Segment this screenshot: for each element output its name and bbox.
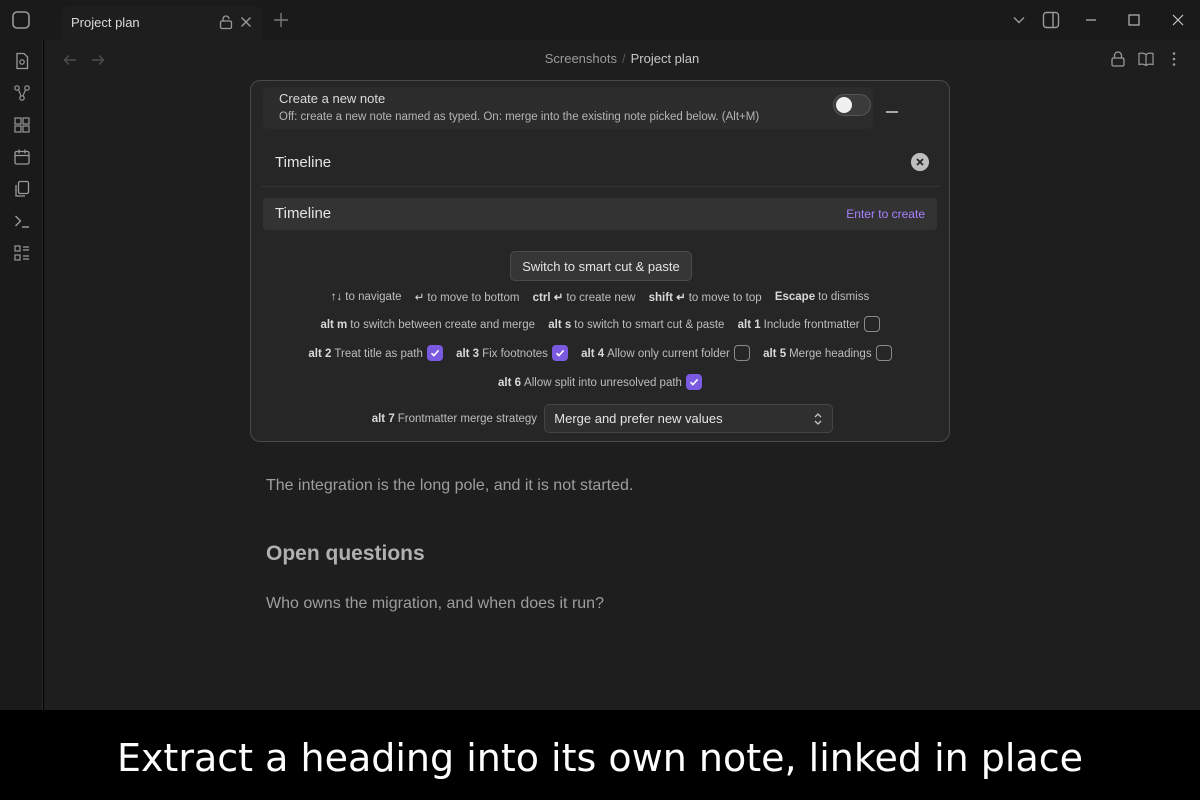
search-row xyxy=(261,141,941,187)
suggestion-hint: Enter to create xyxy=(846,207,925,221)
tab-project-plan[interactable]: Project plan xyxy=(62,6,262,40)
hint-create-new: ctrl ↵ to create new xyxy=(532,292,636,304)
canvas-grid-icon[interactable] xyxy=(13,116,31,134)
sidebar-toggle-icon[interactable] xyxy=(11,10,31,30)
checkmark-icon xyxy=(689,378,699,386)
option-allow-split-unresolved[interactable]: alt 6 Allow split into unresolved path xyxy=(498,374,702,391)
option-include-frontmatter[interactable]: alt 1 Include frontmatter xyxy=(738,316,880,333)
option-fix-footnotes[interactable]: alt 3 Fix footnotes xyxy=(456,345,568,362)
hint-move-bottom: ↵ to move to bottom xyxy=(414,292,520,304)
caption-text: Extract a heading into its own note, lin… xyxy=(116,736,1084,780)
document-paragraph: The integration is the long pole, and it… xyxy=(266,477,634,494)
lock-icon[interactable] xyxy=(1109,50,1127,68)
right-sidebar-toggle-icon[interactable] xyxy=(1042,11,1060,29)
include-frontmatter-checkbox[interactable] xyxy=(863,316,880,332)
allow-split-unresolved-checkbox[interactable] xyxy=(685,374,702,390)
hint-switch-create-merge: alt m to switch between create and merge xyxy=(320,319,536,331)
tab-title: Project plan xyxy=(71,15,140,30)
hint-dismiss: Escape to dismiss xyxy=(774,291,870,303)
graph-view-icon[interactable] xyxy=(13,84,31,102)
frontmatter-merge-strategy-select[interactable]: Merge and prefer new values xyxy=(544,404,834,433)
new-tab-plus-icon[interactable] xyxy=(272,11,290,29)
option-merge-headings[interactable]: alt 5 Merge headings xyxy=(763,345,892,362)
allow-only-current-folder-checkbox[interactable] xyxy=(733,345,750,361)
treat-title-as-path-checkbox[interactable] xyxy=(426,345,443,361)
options-row: alt 6 Allow split into unresolved path xyxy=(251,374,949,391)
lock-icon[interactable] xyxy=(218,14,234,30)
document-heading: Open questions xyxy=(266,542,425,565)
breadcrumb-separator: / xyxy=(621,51,626,66)
options-row: alt 2 Treat title as path alt 3 Fix footno… xyxy=(251,345,949,362)
breadcrumb-current[interactable]: Project plan xyxy=(631,51,700,66)
create-merge-toggle[interactable] xyxy=(833,94,871,116)
option-allow-only-current-folder[interactable]: alt 4 Allow only current folder xyxy=(581,345,750,362)
strategy-row: alt 7 Frontmatter merge strategy Merge an… xyxy=(251,404,949,433)
left-ribbon xyxy=(0,40,43,710)
suggestion-label: Timeline xyxy=(275,205,332,222)
select-value: Merge and prefer new values xyxy=(554,411,723,426)
chevron-down-icon[interactable] xyxy=(1010,11,1028,29)
chevron-up-down-icon xyxy=(814,413,822,425)
calendar-icon[interactable] xyxy=(13,148,31,166)
toggle-title: Create a new note xyxy=(279,91,386,106)
reading-view-book-icon[interactable] xyxy=(1137,50,1155,68)
hint-navigate: ↑↓ to navigate xyxy=(330,291,402,303)
strategy-label: alt 7 Frontmatter merge strategy xyxy=(371,412,538,425)
minimize-window-icon[interactable] xyxy=(1082,11,1100,29)
minimize-icon[interactable] xyxy=(885,99,899,113)
caption-banner: Extract a heading into its own note, lin… xyxy=(0,710,1200,800)
toggle-description: Off: create a new note named as typed. O… xyxy=(279,111,760,123)
close-tab-icon[interactable] xyxy=(238,14,254,30)
create-note-toggle-card: Create a new note Off: create a new note… xyxy=(263,87,873,129)
breadcrumb: Screenshots / Project plan xyxy=(44,51,1200,66)
terminal-icon[interactable] xyxy=(13,212,31,230)
extract-note-modal: Create a new note Off: create a new note… xyxy=(250,80,950,442)
copy-pages-icon[interactable] xyxy=(13,180,31,198)
toggle-knob xyxy=(836,97,852,113)
document-paragraph: Who owns the migration, and when does it… xyxy=(266,595,604,612)
fix-footnotes-checkbox[interactable] xyxy=(551,345,568,361)
suggestion-item[interactable]: Timeline Enter to create xyxy=(263,198,937,230)
tab-bar: Project plan xyxy=(0,0,1200,40)
close-window-icon[interactable] xyxy=(1169,11,1187,29)
hint-move-top: shift ↵ to move to top xyxy=(648,292,762,304)
navigation-hints: ↑↓ to navigate ↵ to move to bottom ctrl ↵ t… xyxy=(251,290,949,304)
note-name-input[interactable] xyxy=(275,149,895,175)
quick-switcher-icon[interactable] xyxy=(13,52,31,70)
alt-hints-row: alt m to switch between create and merge … xyxy=(251,316,949,333)
option-treat-title-as-path[interactable]: alt 2 Treat title as path xyxy=(308,345,443,362)
maximize-window-icon[interactable] xyxy=(1125,11,1143,29)
template-list-icon[interactable] xyxy=(13,244,31,262)
checkmark-icon xyxy=(555,349,565,357)
hint-switch-smart-cut: alt s to switch to smart cut & paste xyxy=(548,319,725,331)
merge-headings-checkbox[interactable] xyxy=(875,345,892,361)
switch-smart-cut-paste-button[interactable]: Switch to smart cut & paste xyxy=(510,251,692,281)
checkmark-icon xyxy=(430,349,440,357)
breadcrumb-folder[interactable]: Screenshots xyxy=(545,51,617,66)
more-options-icon[interactable] xyxy=(1165,50,1183,68)
clear-input-icon[interactable] xyxy=(911,153,929,171)
